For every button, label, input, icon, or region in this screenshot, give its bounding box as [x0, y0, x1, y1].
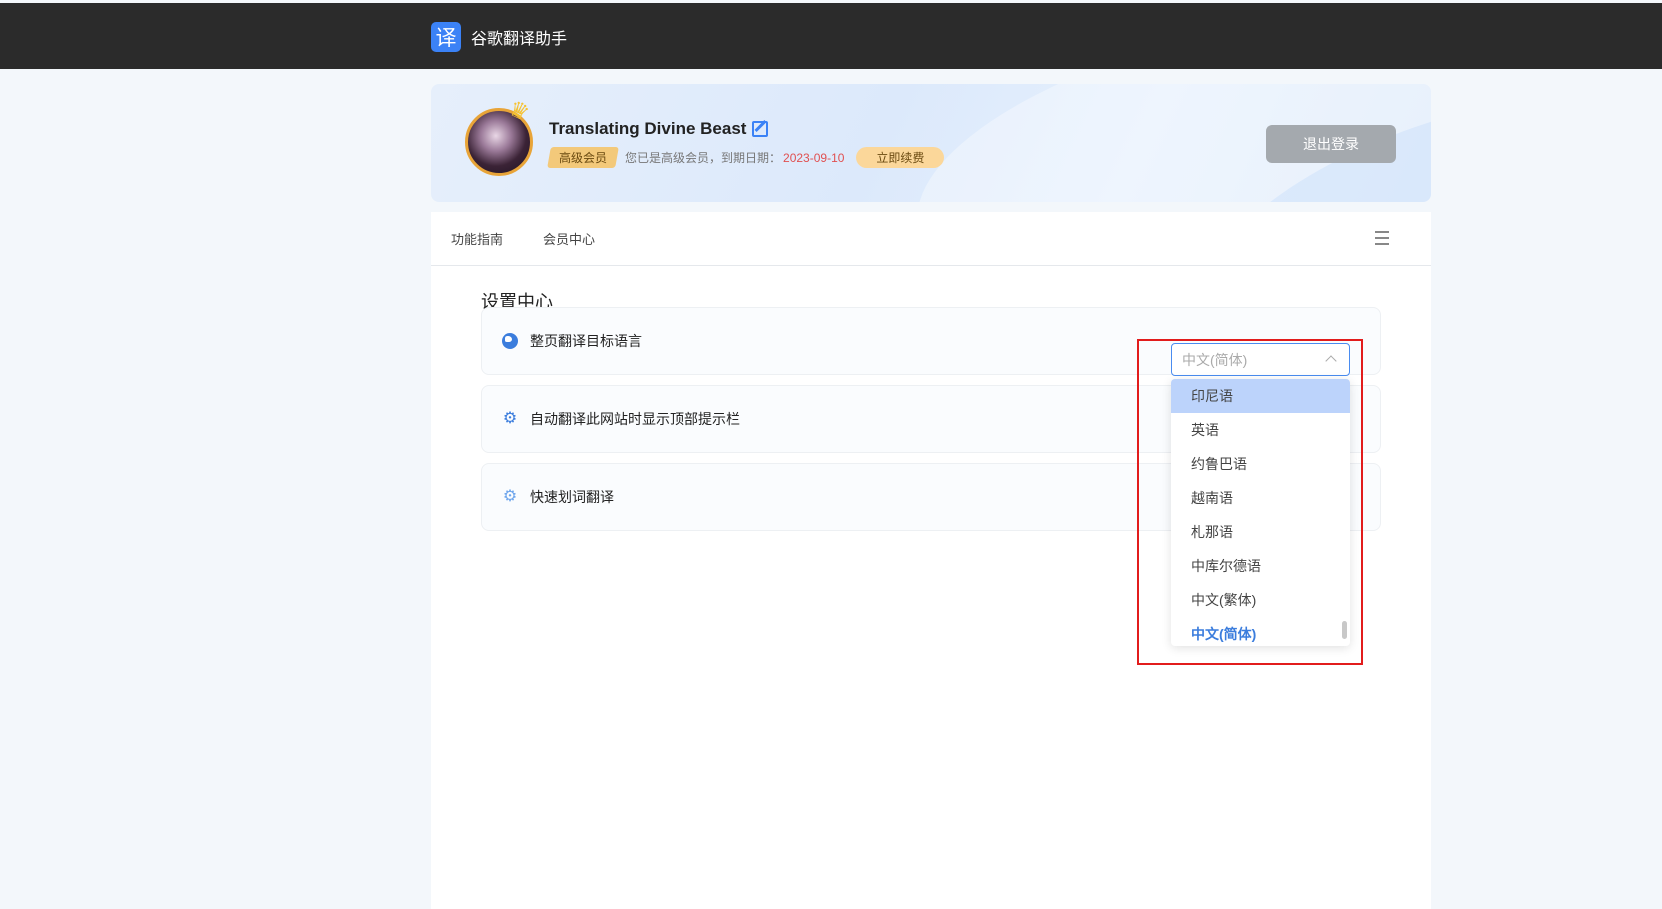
tab-member-center[interactable]: 会员中心: [543, 229, 595, 248]
logout-button[interactable]: 退出登录: [1266, 125, 1396, 163]
gear-icon: ⚙: [502, 410, 518, 427]
menu-icon[interactable]: [1375, 231, 1389, 249]
tab-bar: 功能指南 会员中心: [431, 212, 1431, 266]
renew-button[interactable]: 立即续费: [856, 147, 945, 168]
top-bar: 译 谷歌翻译助手: [0, 3, 1662, 69]
profile-card: ♛ Translating Divine Beast 高级会员 您已是高级会员，…: [431, 84, 1431, 202]
username: Translating Divine Beast: [549, 119, 747, 138]
tab-feature-guide[interactable]: 功能指南: [451, 229, 503, 248]
globe-icon: [502, 333, 518, 349]
expire-date: 2023-09-10: [783, 150, 845, 165]
member-status-text: 您已是高级会员，到期日期：: [625, 151, 782, 165]
setting-label: 自动翻译此网站时显示顶部提示栏: [530, 411, 740, 427]
setting-label: 快速划词翻译: [530, 489, 614, 505]
annotation-highlight-box: [1137, 339, 1363, 665]
brand[interactable]: 译 谷歌翻译助手: [431, 22, 567, 52]
setting-label: 整页翻译目标语言: [530, 333, 642, 349]
app-logo-icon: 译: [431, 22, 461, 52]
app-name: 谷歌翻译助手: [471, 31, 568, 48]
member-level-badge: 高级会员: [547, 147, 619, 168]
edit-icon[interactable]: [752, 121, 769, 137]
membership-info: 高级会员 您已是高级会员，到期日期： 2023-09-10 立即续费: [547, 147, 945, 168]
gear-icon: ⚙: [502, 488, 518, 505]
avatar-container: ♛: [465, 95, 533, 176]
username-row: Translating Divine Beast: [549, 119, 769, 139]
